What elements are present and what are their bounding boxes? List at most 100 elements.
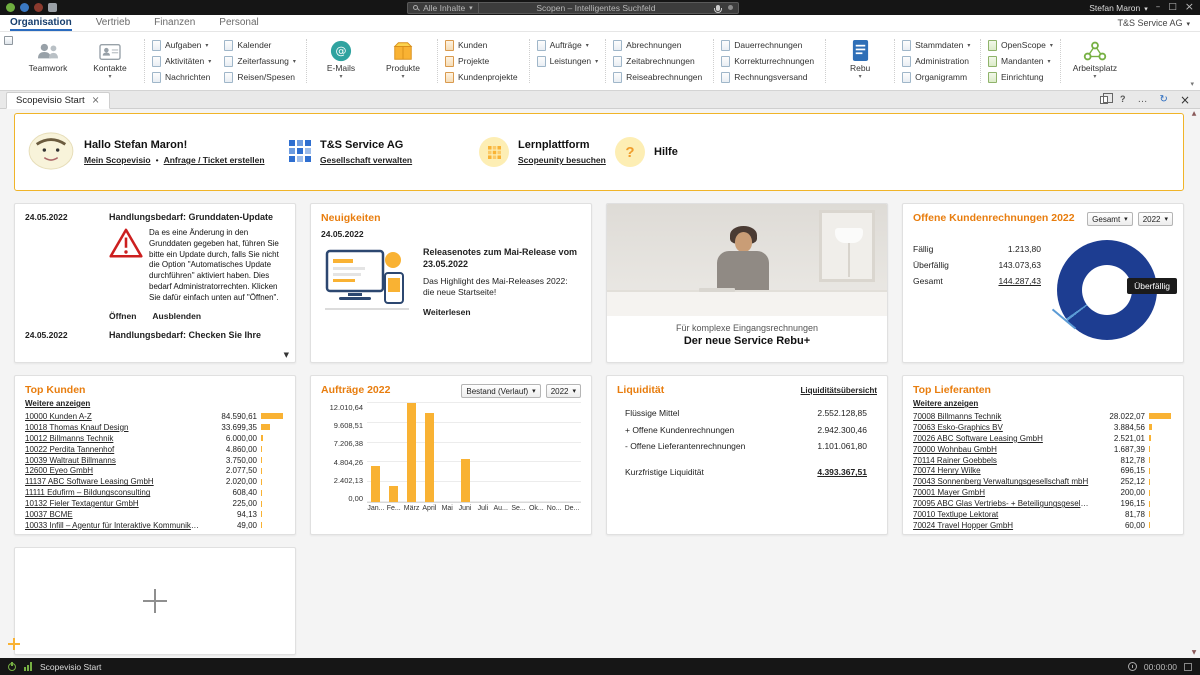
- ribbon-item-produkte[interactable]: Produkte: [376, 36, 430, 86]
- supplier-row[interactable]: 70024 Travel Hopper GmbH 60,00: [913, 520, 1173, 531]
- ribbon-item-reisen-spesen[interactable]: Reisen/Spesen: [224, 71, 299, 83]
- ribbon-item-aufgaben[interactable]: Aufgaben▾: [152, 39, 214, 51]
- supplier-row[interactable]: 70074 Henry Wilke 696,15: [913, 465, 1173, 476]
- menu-finanzen[interactable]: Finanzen: [154, 15, 195, 31]
- show-more-link[interactable]: Weitere anzeigen: [913, 399, 1173, 408]
- supplier-row[interactable]: 70010 Textlupe Lektorat 81,78: [913, 509, 1173, 520]
- ribbon-item-leistungen[interactable]: Leistungen▾: [537, 55, 599, 67]
- customer-row[interactable]: 10000 Kunden A-Z 84.590,61: [25, 411, 285, 422]
- ribbon-item-stammdaten[interactable]: Stammdaten▾: [902, 39, 973, 51]
- customer-row[interactable]: 10033 Infill – Agentur für Interaktive K…: [25, 520, 285, 531]
- liquidity-overview-link[interactable]: Liquiditätsübersicht: [801, 386, 877, 395]
- supplier-row[interactable]: 70043 Sonnenberg Verwaltungsgesellschaft…: [913, 476, 1173, 487]
- refresh-icon[interactable]: [1160, 94, 1168, 105]
- supplier-row[interactable]: 70095 ABC Glas Vertriebs- + Beteiligungs…: [913, 498, 1173, 509]
- ribbon-item-organigramm[interactable]: Organigramm: [902, 71, 973, 83]
- vertical-scrollbar[interactable]: [1189, 110, 1199, 656]
- help-icon[interactable]: [1120, 94, 1126, 105]
- ribbon-item-rebu[interactable]: Rebu: [833, 36, 887, 86]
- ribbon-item-zeiterfassung[interactable]: Zeiterfassung▾: [224, 55, 299, 67]
- add-widget-plus-icon[interactable]: [143, 589, 167, 613]
- my-scopevisio-link[interactable]: Mein Scopevisio: [84, 155, 151, 165]
- microphone-icon[interactable]: [716, 5, 720, 11]
- ribbon-item-einrichtung[interactable]: Einrichtung: [988, 71, 1053, 83]
- ribbon-item-arbeitsplatz[interactable]: Arbeitsplatz: [1068, 36, 1122, 86]
- minimize-button[interactable]: [1156, 3, 1161, 12]
- news-headline[interactable]: Releasenotes zum Mai-Release vom 23.05.2…: [423, 247, 581, 270]
- app-menu-icon[interactable]: [2, 36, 14, 88]
- customer-row[interactable]: 10039 Waltraut Billmanns 3.750,00: [25, 455, 285, 466]
- customer-row[interactable]: 10018 Thomas Knauf Design 33.699,35: [25, 422, 285, 433]
- pin-icon[interactable]: [728, 5, 733, 10]
- ribbon-item-abrechnungen[interactable]: Abrechnungen: [613, 39, 706, 51]
- leaf-icon[interactable]: [6, 3, 15, 12]
- scroll-down-arrow-icon[interactable]: [1192, 649, 1197, 656]
- ribbon-item-teamwork[interactable]: Teamwork: [21, 36, 75, 86]
- ribbon-item-kalender[interactable]: Kalender: [224, 39, 299, 51]
- ribbon-item-administration[interactable]: Administration: [902, 55, 973, 67]
- ribbon-item-openscope[interactable]: OpenScope▾: [988, 39, 1053, 51]
- supplier-row[interactable]: 70001 Mayer GmbH 200,00: [913, 487, 1173, 498]
- menu-organisation[interactable]: Organisation: [10, 15, 72, 31]
- search-scope-dropdown[interactable]: Alle Inhalte: [423, 3, 479, 13]
- close-tab-area-icon[interactable]: [1180, 93, 1190, 107]
- ribbon-item-mandanten[interactable]: Mandanten▾: [988, 55, 1053, 67]
- scroll-down-icon[interactable]: [284, 351, 289, 359]
- open-button[interactable]: Öffnen: [109, 311, 136, 321]
- performance-chart-icon[interactable]: [24, 662, 32, 671]
- read-more-link[interactable]: Weiterlesen: [423, 307, 581, 317]
- ribbon-item-nachrichten[interactable]: Nachrichten: [152, 71, 214, 83]
- scroll-up-icon[interactable]: [1192, 110, 1197, 117]
- menu-personal[interactable]: Personal: [219, 15, 258, 31]
- phone-icon[interactable]: [48, 3, 57, 12]
- ribbon-collapse-icon[interactable]: [1190, 80, 1194, 88]
- supplier-row[interactable]: 70000 Wohnbau GmbH 1.687,39: [913, 444, 1173, 455]
- ribbon-item-auftraege[interactable]: Aufträge▾: [537, 39, 599, 51]
- supplier-row[interactable]: 70114 Rainer Goebbels 812,78: [913, 455, 1173, 466]
- session-icon[interactable]: [34, 3, 43, 12]
- supplier-row[interactable]: 70008 Billmanns Technik 28.022,07: [913, 411, 1173, 422]
- hide-button[interactable]: Ausblenden: [152, 311, 201, 321]
- customer-row[interactable]: 11137 ABC Software Leasing GmbH 2.020,00: [25, 476, 285, 487]
- supplier-row[interactable]: 70063 Esko-Graphics BV 3.884,56: [913, 422, 1173, 433]
- layout-icon[interactable]: [1100, 96, 1108, 104]
- menu-vertrieb[interactable]: Vertrieb: [96, 15, 130, 31]
- ribbon-item-korrekturrechnungen[interactable]: Korrekturrechnungen: [721, 55, 818, 67]
- ribbon-item-dauerrechnungen[interactable]: Dauerrechnungen: [721, 39, 818, 51]
- globe-icon[interactable]: [20, 3, 29, 12]
- customer-row[interactable]: 10037 BCME 94,13: [25, 509, 285, 520]
- orders-view-select[interactable]: Bestand (Verlauf): [461, 384, 540, 398]
- ribbon-item-rechnungsversand[interactable]: Rechnungsversand: [721, 71, 818, 83]
- customer-row[interactable]: 10022 Perdita Tannenhof 4.860,00: [25, 444, 285, 455]
- ribbon-item-kontakte[interactable]: Kontakte: [83, 36, 137, 86]
- orders-year-select[interactable]: 2022: [546, 384, 581, 398]
- empty-widget-card[interactable]: [14, 547, 296, 655]
- invoices-year-select[interactable]: 2022: [1138, 212, 1173, 226]
- ribbon-item-projekte[interactable]: Projekte: [445, 55, 522, 67]
- scopeunity-link[interactable]: Scopeunity besuchen: [518, 155, 606, 165]
- customer-row[interactable]: 12600 Eyeo GmbH 2.077,50: [25, 465, 285, 476]
- ribbon-item-kunden[interactable]: Kunden: [445, 39, 522, 51]
- rebu-promo-card[interactable]: Für komplexe Eingangsrechnungen Der neue…: [606, 203, 888, 363]
- customer-row[interactable]: 10012 Billmanns Technik 6.000,00: [25, 433, 285, 444]
- customer-row[interactable]: 11111 Edufirm – Bildungsconsulting 608,4…: [25, 487, 285, 498]
- global-search[interactable]: Alle Inhalte Scopen – Intelligentes Such…: [407, 2, 739, 14]
- help-title[interactable]: Hilfe: [654, 146, 678, 158]
- more-options-icon[interactable]: [1138, 94, 1148, 105]
- ribbon-item-aktivitaeten[interactable]: Aktivitäten▾: [152, 55, 214, 67]
- manage-company-link[interactable]: Gesellschaft verwalten: [320, 155, 412, 165]
- supplier-row[interactable]: 70026 ABC Software Leasing GmbH 2.521,01: [913, 433, 1173, 444]
- create-ticket-link[interactable]: Anfrage / Ticket erstellen: [164, 155, 265, 165]
- company-selector[interactable]: T&S Service AG: [1117, 18, 1190, 28]
- maximize-button[interactable]: [1168, 3, 1177, 12]
- tab-close-icon[interactable]: [92, 95, 100, 106]
- ribbon-item-emails[interactable]: @ E-Mails: [314, 36, 368, 86]
- show-more-link[interactable]: Weitere anzeigen: [25, 399, 285, 408]
- tab-scopevisio-start[interactable]: Scopevisio Start: [6, 92, 110, 109]
- ribbon-item-kundenprojekte[interactable]: Kundenprojekte: [445, 71, 522, 83]
- ribbon-item-reiseabrechnungen[interactable]: Reiseabrechnungen: [613, 71, 706, 83]
- ribbon-item-zeitabrechnungen[interactable]: Zeitabrechnungen: [613, 55, 706, 67]
- close-button[interactable]: [1185, 2, 1194, 13]
- add-dashboard-widget-icon[interactable]: [8, 638, 20, 650]
- expand-icon[interactable]: [1184, 663, 1192, 671]
